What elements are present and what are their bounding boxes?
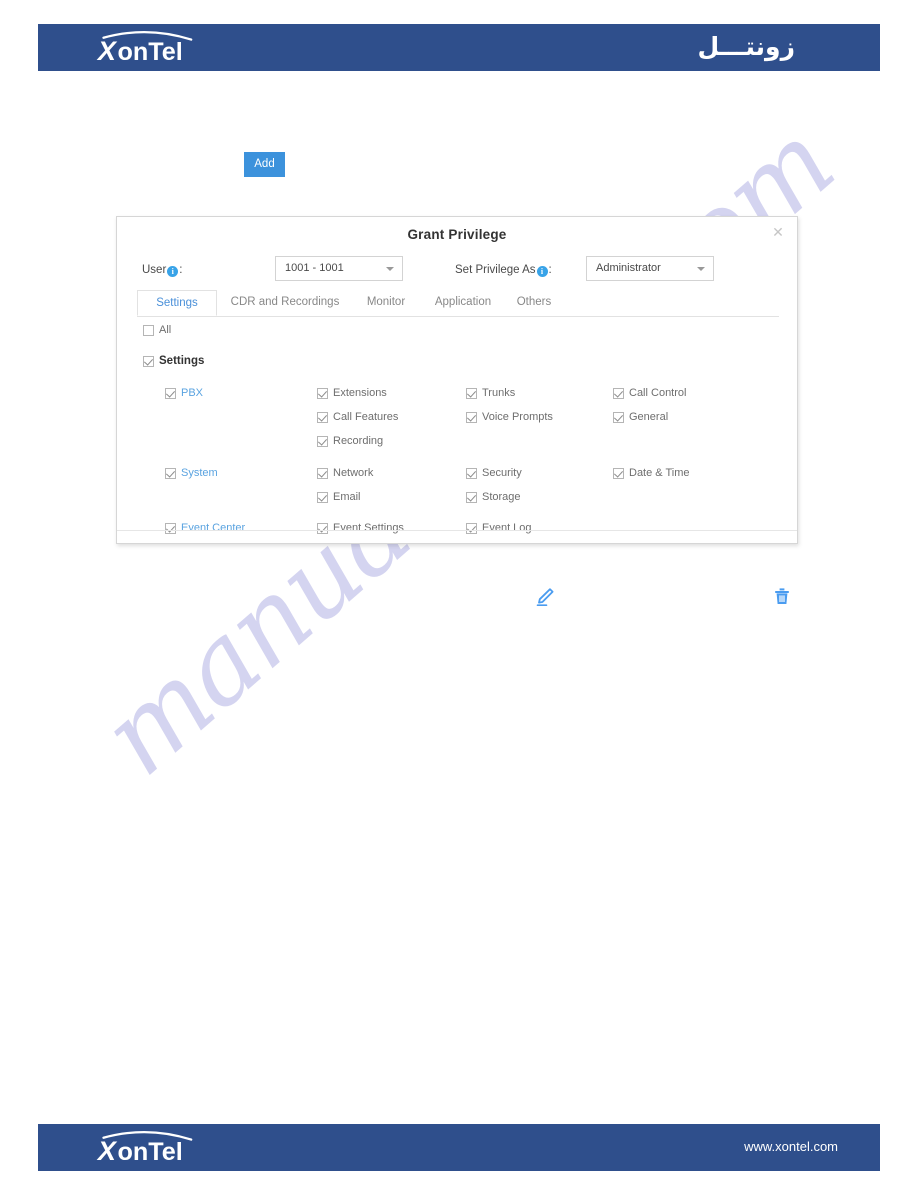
checkbox-row-call-control[interactable]: Call Control xyxy=(613,386,686,400)
checkbox-storage[interactable] xyxy=(466,491,477,503)
checkbox-all-label: All xyxy=(159,324,172,337)
checkbox-general-label: General xyxy=(629,411,669,424)
checkbox-storage-label: Storage xyxy=(482,491,521,504)
checkbox-call-features[interactable] xyxy=(317,411,328,423)
checkbox-recording[interactable] xyxy=(317,435,328,447)
tab-monitor[interactable]: Monitor xyxy=(353,290,419,316)
checkbox-all[interactable] xyxy=(143,324,154,336)
checkbox-system[interactable] xyxy=(165,467,176,479)
checkbox-row-all[interactable]: All xyxy=(143,323,171,337)
chevron-down-icon xyxy=(697,267,705,271)
arabic-brand-text: زونتـــل xyxy=(697,32,795,61)
privilege-label-suffix: : xyxy=(548,264,552,276)
checkbox-row-settings[interactable]: Settings xyxy=(143,354,204,368)
checkbox-event-log-label: Event Log xyxy=(482,522,532,535)
privilege-select[interactable]: Administrator xyxy=(586,256,714,281)
info-icon[interactable]: i xyxy=(167,266,179,277)
checkbox-settings-label: Settings xyxy=(159,355,205,368)
checkbox-security[interactable] xyxy=(466,467,477,479)
checkbox-date-time-label: Date & Time xyxy=(629,467,690,480)
checkbox-call-features-label: Call Features xyxy=(333,411,399,424)
footer-website-url[interactable]: www.xontel.com xyxy=(744,1138,838,1156)
tab-others[interactable]: Others xyxy=(507,290,561,316)
checkbox-row-voice-prompts[interactable]: Voice Prompts xyxy=(466,410,553,424)
tab-settings[interactable]: Settings xyxy=(137,290,217,316)
checkbox-voice-prompts[interactable] xyxy=(466,411,477,423)
checkbox-pbx[interactable] xyxy=(165,387,176,399)
page-footer-bar: X onTel www.xontel.com xyxy=(38,1124,880,1171)
checkbox-row-storage[interactable]: Storage xyxy=(466,490,521,504)
page-header-bar: X onTel زونتـــل xyxy=(38,24,880,71)
checkbox-recording-label: Recording xyxy=(333,435,384,448)
dialog-titlebar: Grant Privilege ✕ xyxy=(117,217,797,251)
checkbox-row-event-settings[interactable]: Event Settings xyxy=(317,521,404,535)
checkbox-row-email[interactable]: Email xyxy=(317,490,361,504)
checkbox-network[interactable] xyxy=(317,467,328,479)
add-button[interactable]: Add xyxy=(244,152,285,177)
privilege-select-value: Administrator xyxy=(596,262,661,274)
checkbox-event-log[interactable] xyxy=(466,522,477,534)
dialog-tabs: Settings CDR and Recordings Monitor Appl… xyxy=(137,290,779,317)
checkbox-row-security[interactable]: Security xyxy=(466,466,522,480)
checkbox-call-control[interactable] xyxy=(613,387,624,399)
user-field-label: User i: xyxy=(142,263,182,277)
checkbox-network-label: Network xyxy=(333,467,374,480)
checkbox-security-label: Security xyxy=(482,467,522,480)
checkbox-event-center-label: Event Center xyxy=(181,522,246,535)
checkbox-event-settings-label: Event Settings xyxy=(333,522,404,535)
user-select-value: 1001 - 1001 xyxy=(285,262,344,274)
checkbox-email-label: Email xyxy=(333,491,361,504)
checkbox-call-control-label: Call Control xyxy=(629,387,687,400)
close-icon[interactable]: ✕ xyxy=(771,226,785,240)
info-icon[interactable]: i xyxy=(536,266,548,277)
checkbox-row-event-center[interactable]: Event Center xyxy=(165,521,245,535)
svg-text:X: X xyxy=(96,1136,118,1166)
checkbox-trunks[interactable] xyxy=(466,387,477,399)
trash-icon[interactable] xyxy=(771,585,793,607)
dialog-title: Grant Privilege xyxy=(407,227,507,242)
checkbox-trunks-label: Trunks xyxy=(482,387,516,400)
checkbox-row-network[interactable]: Network xyxy=(317,466,373,480)
privilege-field-label: Set Privilege As i: xyxy=(455,263,552,277)
checkbox-row-extensions[interactable]: Extensions xyxy=(317,386,387,400)
checkbox-email[interactable] xyxy=(317,491,328,503)
user-label-text: User xyxy=(142,264,167,276)
trash-svg xyxy=(775,588,789,604)
checkbox-general[interactable] xyxy=(613,411,624,423)
checkbox-row-trunks[interactable]: Trunks xyxy=(466,386,515,400)
edit-pencil-icon[interactable] xyxy=(534,586,556,608)
tab-application[interactable]: Application xyxy=(423,290,503,316)
checkbox-event-settings[interactable] xyxy=(317,522,328,534)
checkbox-row-pbx[interactable]: PBX xyxy=(165,386,203,400)
checkbox-extensions[interactable] xyxy=(317,387,328,399)
user-label-suffix: : xyxy=(179,264,183,276)
checkbox-extensions-label: Extensions xyxy=(333,387,387,400)
svg-text:X: X xyxy=(96,36,118,66)
tab-cdr-and-recordings[interactable]: CDR and Recordings xyxy=(221,290,349,316)
checkbox-date-time[interactable] xyxy=(613,467,624,479)
checkbox-row-recording[interactable]: Recording xyxy=(317,434,383,448)
dialog-divider xyxy=(117,530,797,531)
checkbox-row-general[interactable]: General xyxy=(613,410,668,424)
checkbox-row-event-log[interactable]: Event Log xyxy=(466,521,532,535)
checkbox-system-label: System xyxy=(181,467,218,480)
xontel-logo-svg: X onTel xyxy=(96,31,193,66)
checkbox-row-date-time[interactable]: Date & Time xyxy=(613,466,690,480)
user-select[interactable]: 1001 - 1001 xyxy=(275,256,403,281)
svg-text:onTel: onTel xyxy=(117,38,182,66)
privilege-label-text: Set Privilege As xyxy=(455,264,536,276)
svg-text:onTel: onTel xyxy=(117,1138,182,1166)
checkbox-voice-prompts-label: Voice Prompts xyxy=(482,411,553,424)
chevron-down-icon xyxy=(386,267,394,271)
checkbox-pbx-label: PBX xyxy=(181,387,204,400)
xontel-logo: X onTel xyxy=(96,1130,236,1166)
checkbox-row-system[interactable]: System xyxy=(165,466,218,480)
xontel-logo-svg: X onTel xyxy=(96,1131,193,1166)
checkbox-row-call-features[interactable]: Call Features xyxy=(317,410,398,424)
xontel-logo: X onTel xyxy=(96,30,236,66)
checkbox-event-center[interactable] xyxy=(165,522,176,534)
edit-pencil-svg xyxy=(536,588,554,607)
checkbox-settings[interactable] xyxy=(143,355,154,367)
grant-privilege-dialog: Grant Privilege ✕ User i: 1001 - 1001 Set… xyxy=(116,216,798,544)
